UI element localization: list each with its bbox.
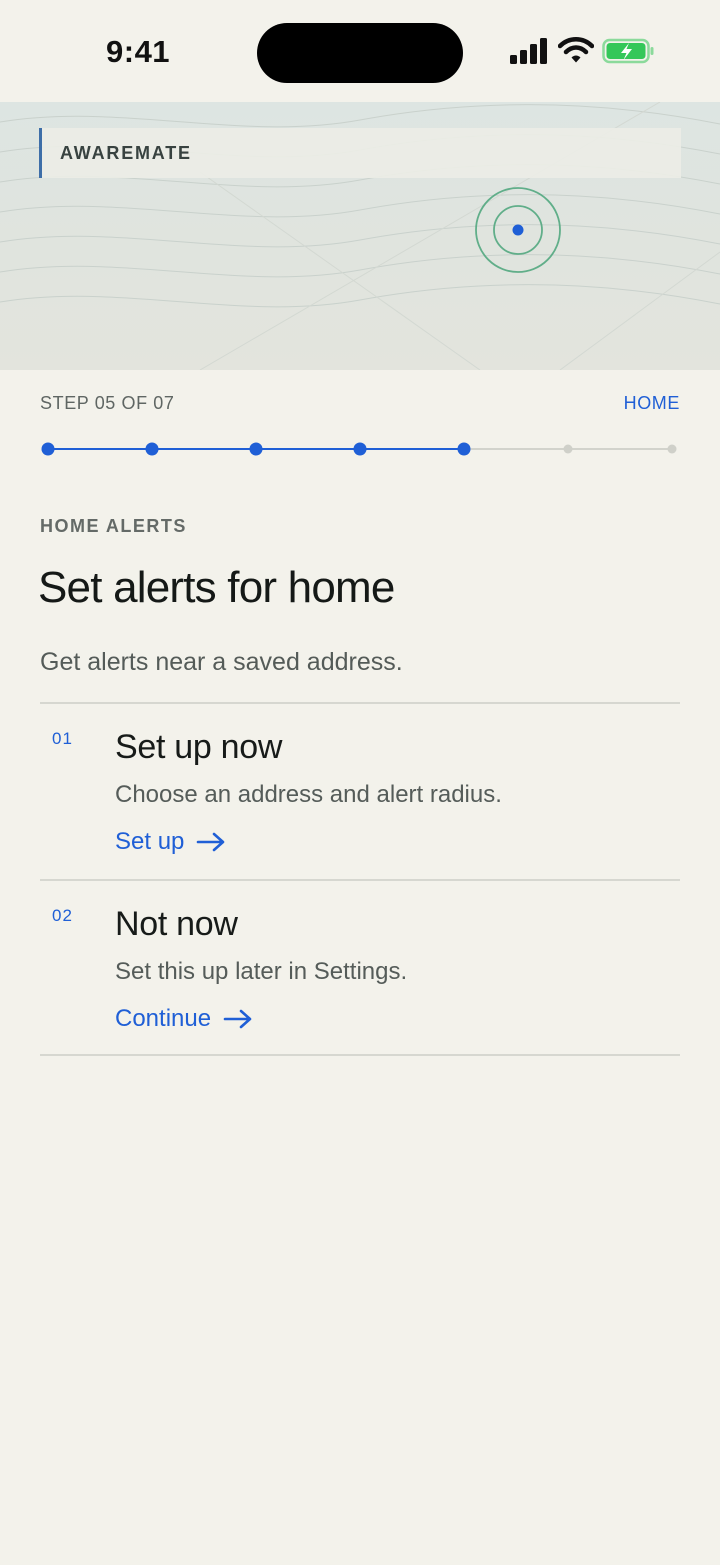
status-bar: 9:41 (0, 0, 720, 102)
dynamic-island (257, 23, 463, 83)
brand-name: AWAREMATE (60, 143, 192, 163)
status-time: 9:41 (106, 34, 171, 69)
progress-step-complete (249, 442, 263, 456)
progress-step-complete (145, 442, 159, 456)
option-title: Set up now (115, 728, 283, 766)
battery-charging-icon (602, 38, 654, 64)
option-number: 02 (52, 906, 73, 925)
progress-step-pending (667, 444, 677, 454)
option-title: Not now (115, 905, 238, 943)
section-eyebrow: HOME ALERTS (40, 516, 187, 536)
set-up-link-label: Set up (115, 828, 185, 855)
step-context-label: HOME (623, 393, 680, 413)
progress-step-complete (457, 442, 471, 456)
step-label: STEP 05 OF 07 (40, 393, 175, 413)
progress-step-complete (353, 442, 367, 456)
wifi-icon (558, 37, 594, 63)
option-description: Set this up later in Settings. (115, 958, 408, 985)
map-header: AWAREMATE (0, 102, 720, 370)
continue-link-label: Continue (115, 1005, 212, 1032)
progress-stepper (41, 442, 677, 456)
arrow-right-icon (197, 832, 225, 852)
option-number: 01 (52, 729, 73, 748)
continue-link[interactable]: Continue (115, 1005, 253, 1033)
progress-step-pending (563, 444, 573, 454)
option-description: Choose an address and alert radius. (115, 781, 502, 808)
arrow-right-icon (223, 1009, 252, 1029)
set-up-link[interactable]: Set up (115, 828, 226, 856)
page-title: Set alerts for home (38, 563, 395, 612)
signal-icon (510, 38, 547, 64)
option-set-up-now: 01 Set up now Choose an address and aler… (40, 702, 680, 879)
progress-step-complete (41, 442, 55, 456)
page-subtitle: Get alerts near a saved address. (40, 648, 403, 676)
option-not-now: 02 Not now Set this up later in Settings… (40, 879, 680, 1056)
brand-bar: AWAREMATE (39, 128, 681, 178)
